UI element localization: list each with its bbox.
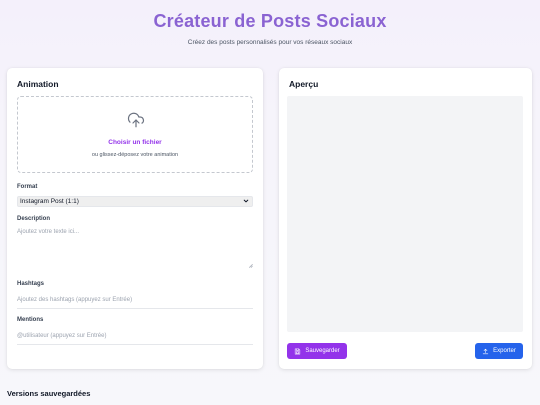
export-button-label: Exporter — [493, 348, 516, 354]
save-icon — [295, 348, 301, 354]
chevron-down-icon — [243, 199, 249, 203]
export-button[interactable]: Exporter — [475, 343, 523, 359]
animation-card: Animation Choisir un fichier ou glissez-… — [7, 68, 263, 369]
format-select-value: Instagram Post (1:1) — [20, 198, 79, 205]
hashtags-label: Hashtags — [17, 281, 45, 287]
download-icon — [483, 348, 489, 354]
hashtags-input[interactable]: Ajoutez des hashtags (appuyez sur Entrée… — [17, 297, 253, 309]
resize-grip-icon[interactable] — [248, 263, 253, 268]
page-title: Créateur de Posts Sociaux — [153, 11, 387, 31]
description-placeholder: Ajoutez votre texte ici... — [17, 229, 80, 235]
save-button[interactable]: Sauvegarder — [287, 343, 347, 359]
file-dropzone[interactable]: Choisir un fichier ou glissez-déposez vo… — [17, 96, 253, 173]
description-textarea[interactable]: Ajoutez votre texte ici... — [17, 228, 253, 268]
save-button-label: Sauvegarder — [305, 348, 340, 354]
page-header: Créateur de Posts Sociaux Créez des post… — [0, 0, 540, 46]
choose-file-link[interactable]: Choisir un fichier — [18, 139, 252, 146]
mentions-label: Mentions — [17, 317, 44, 323]
format-select[interactable]: Instagram Post (1:1) — [17, 196, 253, 207]
mentions-input[interactable]: @utilisateur (appuyez sur Entrée) — [17, 333, 253, 345]
preview-canvas — [287, 96, 523, 332]
animation-card-title: Animation — [17, 79, 59, 89]
page-subtitle: Créez des posts personnalisés pour vos r… — [187, 39, 353, 46]
preview-card-title: Aperçu — [289, 79, 319, 89]
hashtags-placeholder: Ajoutez des hashtags (appuyez sur Entrée… — [17, 297, 133, 303]
description-label: Description — [17, 216, 51, 222]
mentions-placeholder: @utilisateur (appuyez sur Entrée) — [17, 333, 107, 339]
preview-card: Aperçu Sauvegarder Exporter — [279, 68, 532, 369]
upload-cloud-icon — [127, 112, 145, 128]
dropzone-hint: ou glissez-déposez votre animation — [91, 152, 179, 158]
saved-versions-title: Versions sauvegardées — [7, 389, 91, 398]
format-label: Format — [17, 184, 38, 190]
